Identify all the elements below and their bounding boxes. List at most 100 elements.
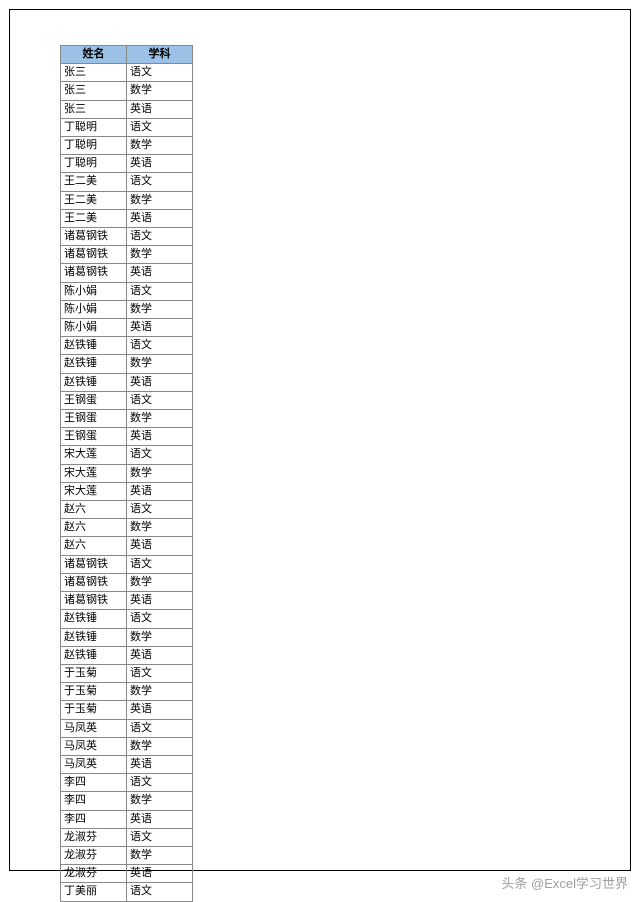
- cell-subject: 数学: [127, 628, 193, 646]
- cell-name: 龙淑芬: [61, 865, 127, 883]
- cell-name: 王钢蛋: [61, 410, 127, 428]
- data-table: 姓名 学科 张三语文张三数学张三英语丁聪明语文丁聪明数学丁聪明英语王二美语文王二…: [60, 45, 193, 902]
- page-frame: 姓名 学科 张三语文张三数学张三英语丁聪明语文丁聪明数学丁聪明英语王二美语文王二…: [9, 9, 631, 871]
- cell-subject: 语文: [127, 64, 193, 82]
- cell-subject: 英语: [127, 428, 193, 446]
- cell-name: 马凤英: [61, 737, 127, 755]
- table-row: 陈小娟英语: [61, 319, 193, 337]
- cell-subject: 英语: [127, 155, 193, 173]
- cell-name: 王二美: [61, 173, 127, 191]
- cell-name: 赵铁锤: [61, 610, 127, 628]
- cell-name: 王钢蛋: [61, 391, 127, 409]
- cell-name: 王钢蛋: [61, 428, 127, 446]
- table-row: 诸葛钢铁英语: [61, 264, 193, 282]
- table-row: 龙淑芬英语: [61, 865, 193, 883]
- table-row: 诸葛钢铁语文: [61, 228, 193, 246]
- table-row: 赵铁锤语文: [61, 337, 193, 355]
- cell-name: 赵六: [61, 501, 127, 519]
- cell-name: 宋大莲: [61, 446, 127, 464]
- cell-name: 赵六: [61, 519, 127, 537]
- table-row: 赵铁锤英语: [61, 373, 193, 391]
- table-row: 于玉菊数学: [61, 683, 193, 701]
- cell-name: 诸葛钢铁: [61, 246, 127, 264]
- cell-name: 赵铁锤: [61, 628, 127, 646]
- cell-name: 王二美: [61, 191, 127, 209]
- table-row: 诸葛钢铁数学: [61, 246, 193, 264]
- cell-subject: 英语: [127, 755, 193, 773]
- cell-name: 诸葛钢铁: [61, 592, 127, 610]
- cell-name: 宋大莲: [61, 482, 127, 500]
- table-row: 李四语文: [61, 774, 193, 792]
- table-row: 王二美数学: [61, 191, 193, 209]
- cell-name: 陈小娟: [61, 300, 127, 318]
- cell-subject: 英语: [127, 100, 193, 118]
- cell-name: 诸葛钢铁: [61, 555, 127, 573]
- table-row: 于玉菊英语: [61, 701, 193, 719]
- table-row: 王二美英语: [61, 209, 193, 227]
- cell-subject: 语文: [127, 664, 193, 682]
- cell-subject: 英语: [127, 264, 193, 282]
- cell-subject: 英语: [127, 209, 193, 227]
- cell-subject: 数学: [127, 410, 193, 428]
- cell-subject: 英语: [127, 482, 193, 500]
- cell-subject: 语文: [127, 501, 193, 519]
- cell-name: 诸葛钢铁: [61, 264, 127, 282]
- table-row: 丁聪明语文: [61, 118, 193, 136]
- cell-name: 李四: [61, 810, 127, 828]
- table-row: 王钢蛋英语: [61, 428, 193, 446]
- cell-name: 赵六: [61, 537, 127, 555]
- cell-subject: 英语: [127, 701, 193, 719]
- table-row: 王钢蛋数学: [61, 410, 193, 428]
- table-row: 李四英语: [61, 810, 193, 828]
- table-row: 王二美语文: [61, 173, 193, 191]
- cell-subject: 数学: [127, 246, 193, 264]
- cell-subject: 英语: [127, 646, 193, 664]
- cell-name: 赵铁锤: [61, 373, 127, 391]
- table-row: 赵铁锤数学: [61, 628, 193, 646]
- cell-name: 李四: [61, 774, 127, 792]
- table-row: 诸葛钢铁数学: [61, 573, 193, 591]
- cell-subject: 英语: [127, 810, 193, 828]
- cell-name: 陈小娟: [61, 319, 127, 337]
- table-row: 赵铁锤语文: [61, 610, 193, 628]
- cell-subject: 语文: [127, 337, 193, 355]
- table-row: 赵六语文: [61, 501, 193, 519]
- cell-name: 丁聪明: [61, 137, 127, 155]
- table-row: 赵六英语: [61, 537, 193, 555]
- cell-name: 王二美: [61, 209, 127, 227]
- table-row: 宋大莲语文: [61, 446, 193, 464]
- table-row: 马凤英语文: [61, 719, 193, 737]
- table-row: 张三英语: [61, 100, 193, 118]
- table-row: 张三语文: [61, 64, 193, 82]
- cell-subject: 语文: [127, 282, 193, 300]
- table-row: 于玉菊语文: [61, 664, 193, 682]
- cell-subject: 英语: [127, 537, 193, 555]
- cell-subject: 语文: [127, 228, 193, 246]
- cell-subject: 数学: [127, 300, 193, 318]
- cell-name: 赵铁锤: [61, 646, 127, 664]
- header-name: 姓名: [61, 46, 127, 64]
- cell-subject: 语文: [127, 828, 193, 846]
- table-row: 宋大莲数学: [61, 464, 193, 482]
- cell-subject: 数学: [127, 137, 193, 155]
- cell-subject: 数学: [127, 82, 193, 100]
- table-row: 丁聪明英语: [61, 155, 193, 173]
- cell-subject: 数学: [127, 792, 193, 810]
- cell-name: 赵铁锤: [61, 355, 127, 373]
- cell-name: 龙淑芬: [61, 846, 127, 864]
- cell-name: 于玉菊: [61, 664, 127, 682]
- cell-subject: 数学: [127, 355, 193, 373]
- cell-subject: 语文: [127, 610, 193, 628]
- cell-name: 于玉菊: [61, 683, 127, 701]
- table-row: 陈小娟语文: [61, 282, 193, 300]
- cell-subject: 数学: [127, 573, 193, 591]
- cell-name: 马凤英: [61, 755, 127, 773]
- cell-subject: 语文: [127, 173, 193, 191]
- table-row: 李四数学: [61, 792, 193, 810]
- cell-name: 张三: [61, 100, 127, 118]
- cell-name: 诸葛钢铁: [61, 228, 127, 246]
- cell-name: 宋大莲: [61, 464, 127, 482]
- table-row: 宋大莲英语: [61, 482, 193, 500]
- table-header-row: 姓名 学科: [61, 46, 193, 64]
- table-row: 赵铁锤数学: [61, 355, 193, 373]
